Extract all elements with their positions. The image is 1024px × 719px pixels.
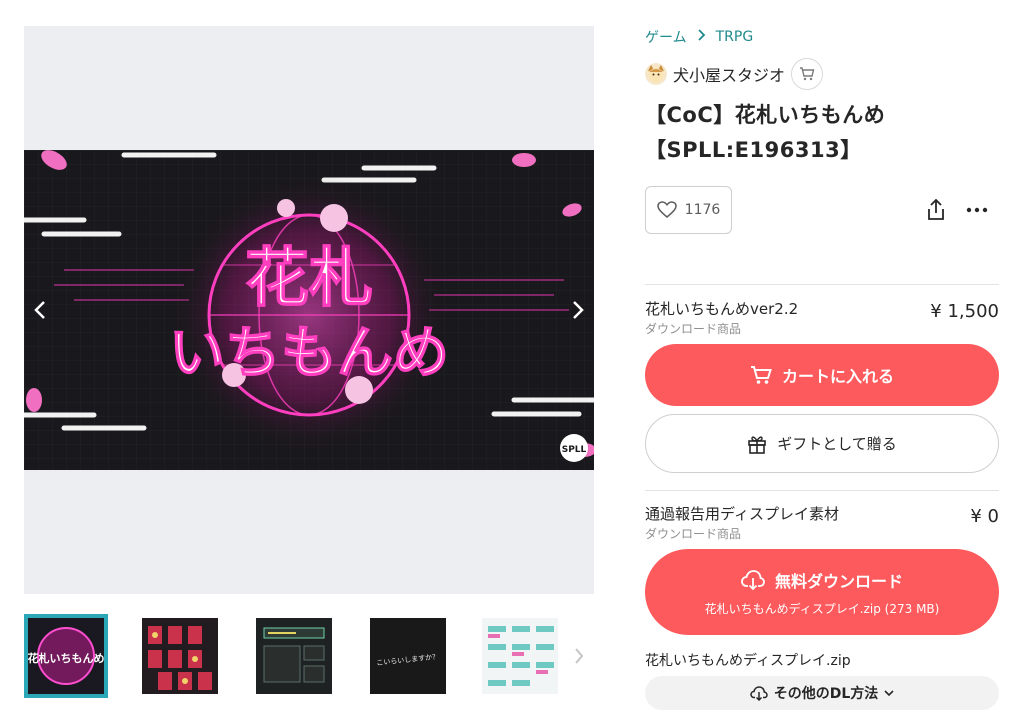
chevron-right-icon bbox=[697, 29, 706, 45]
cart-icon bbox=[800, 67, 815, 81]
breadcrumb-category-link[interactable]: ゲーム bbox=[645, 27, 687, 47]
main-product-image[interactable]: 花札 いちもんめ SPLL bbox=[24, 150, 594, 470]
free-download-button[interactable]: 無料ダウンロード 花札いちもんめディスプレイ.zip (273 MB) bbox=[645, 549, 999, 635]
image-gallery: 花札 いちもんめ SPLL bbox=[24, 26, 594, 594]
cloud-download-icon bbox=[749, 686, 768, 701]
breadcrumb-subcategory-link[interactable]: TRPG bbox=[716, 29, 754, 45]
thumbnail-3[interactable] bbox=[256, 618, 332, 694]
gallery-prev-button[interactable] bbox=[26, 296, 54, 324]
like-count: 1176 bbox=[684, 202, 721, 218]
main-image-title-line1: 花札 bbox=[245, 241, 373, 316]
breadcrumb: ゲーム TRPG bbox=[645, 26, 999, 48]
thumbnail-2-image bbox=[142, 618, 218, 694]
like-button[interactable]: 1176 bbox=[645, 186, 732, 234]
gift-label: ギフトとして贈る bbox=[777, 435, 897, 453]
product-info-panel: ゲーム TRPG 犬小屋スタジオ 【CoC】花札いちもんめ【SPLL:E1963… bbox=[645, 26, 999, 710]
chevron-down-icon bbox=[884, 690, 894, 697]
gallery-next-button[interactable] bbox=[564, 296, 592, 324]
file-name: 花札いちもんめディスプレイ.zip bbox=[645, 653, 851, 669]
gift-button[interactable]: ギフトとして贈る bbox=[645, 414, 999, 473]
shop-row: 犬小屋スタジオ bbox=[645, 58, 999, 90]
thumbnail-1[interactable]: 花札いちもんめ bbox=[24, 614, 108, 698]
other-download-methods-label: その他のDL方法 bbox=[773, 686, 879, 702]
free-download-file: 花札いちもんめディスプレイ.zip (273 MB) bbox=[704, 601, 940, 616]
thumbnail-5-image bbox=[482, 618, 558, 694]
variation-name: 通過報告用ディスプレイ素材 bbox=[645, 505, 839, 523]
thumbnail-1-image: 花札いちもんめ bbox=[28, 618, 104, 694]
variation-free: 通過報告用ディスプレイ素材 ダウンロード商品 ¥ 0 bbox=[645, 503, 999, 543]
divider bbox=[645, 284, 999, 285]
variation-type: ダウンロード商品 bbox=[645, 527, 742, 541]
product-actions: 1176 bbox=[645, 186, 999, 234]
thumbnail-next-button[interactable] bbox=[567, 644, 591, 668]
thumbnail-2[interactable] bbox=[142, 618, 218, 694]
chevron-right-icon bbox=[575, 648, 584, 664]
main-image-title-line2: いちもんめ bbox=[169, 320, 449, 386]
heart-icon bbox=[656, 201, 677, 218]
spll-badge: SPLL bbox=[562, 445, 587, 455]
divider bbox=[645, 490, 999, 491]
variation-name: 花札いちもんめver2.2 bbox=[645, 300, 799, 318]
more-options-button[interactable] bbox=[963, 197, 991, 223]
variation-type: ダウンロード商品 bbox=[645, 322, 742, 336]
chevron-left-icon bbox=[34, 301, 45, 319]
share-button[interactable] bbox=[923, 197, 949, 223]
add-to-cart-button[interactable]: カートに入れる bbox=[645, 344, 999, 406]
cart-icon bbox=[750, 366, 772, 384]
thumbnail-strip: 花札いちもんめ こいらいしますか？ bbox=[24, 614, 594, 700]
thumbnail-4[interactable]: こいらいしますか？ bbox=[370, 618, 446, 694]
cloud-download-icon bbox=[741, 569, 765, 590]
thumbnail-1-label: 花札いちもんめ bbox=[28, 651, 104, 665]
shop-avatar[interactable] bbox=[645, 63, 667, 85]
other-download-methods-button[interactable]: その他のDL方法 bbox=[645, 676, 999, 710]
gift-icon bbox=[748, 435, 767, 454]
shop-name-link[interactable]: 犬小屋スタジオ bbox=[673, 62, 785, 86]
thumbnail-3-image bbox=[256, 618, 332, 694]
free-download-label: 無料ダウンロード bbox=[774, 571, 903, 591]
share-icon bbox=[928, 199, 944, 220]
main-image-artwork: 花札 いちもんめ SPLL bbox=[24, 150, 594, 470]
add-to-cart-label: カートに入れる bbox=[781, 367, 894, 386]
thumbnail-5[interactable] bbox=[482, 618, 558, 694]
variation-price: ¥ 0 bbox=[970, 506, 999, 527]
chevron-right-icon bbox=[573, 301, 584, 319]
free-download-top: 無料ダウンロード bbox=[741, 568, 903, 592]
variation-paid: 花札いちもんめver2.2 ダウンロード商品 ¥ 1,500 bbox=[645, 298, 999, 338]
product-title: 【CoC】花札いちもんめ【SPLL:E196313】 bbox=[645, 103, 886, 162]
shop-cart-button[interactable] bbox=[791, 58, 824, 90]
variation-price: ¥ 1,500 bbox=[930, 301, 999, 322]
more-horizontal-icon bbox=[966, 207, 988, 213]
thumbnail-4-image: こいらいしますか？ bbox=[370, 618, 446, 694]
product-page: 花札 いちもんめ SPLL 花札いちもんめ こいらいしますか？ ゲーム TRPG… bbox=[0, 0, 1024, 719]
